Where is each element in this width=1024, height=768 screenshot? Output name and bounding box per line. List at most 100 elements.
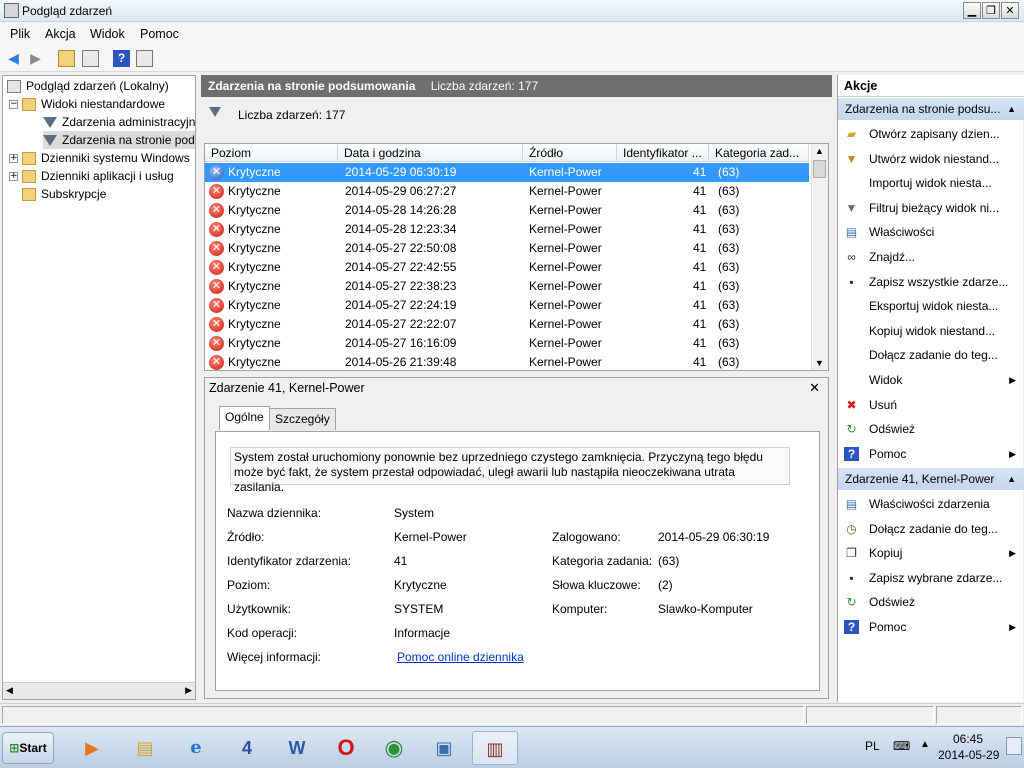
- action-item[interactable]: ▤ Właściwości: [838, 220, 1024, 244]
- help-icon[interactable]: ?: [113, 50, 130, 67]
- action-item[interactable]: ▼ Utwórz widok niestand...: [838, 147, 1024, 171]
- show-desktop-button[interactable]: [1006, 737, 1022, 755]
- cell-event-id: 41: [693, 336, 707, 350]
- table-row[interactable]: ✕ Krytyczne 2014-05-27 22:42:55 Kernel-Powe…: [205, 258, 809, 277]
- column-header-task-category[interactable]: Kategoria zad...: [709, 144, 809, 162]
- menu-view[interactable]: Widok: [90, 27, 125, 41]
- media-player-icon[interactable]: ▶: [72, 731, 112, 765]
- collapse-section-icon[interactable]: ▲: [1007, 468, 1016, 490]
- scroll-right-icon[interactable]: ▶: [185, 685, 192, 696]
- table-row[interactable]: ✕ Krytyczne 2014-05-27 22:22:07 Kernel-Powe…: [205, 315, 809, 334]
- action-item[interactable]: Dołącz zadanie do teg...: [838, 343, 1024, 367]
- word-icon[interactable]: W: [277, 731, 317, 765]
- file-explorer-icon[interactable]: ▤: [125, 731, 165, 765]
- table-row[interactable]: ✕ Krytyczne 2014-05-28 12:23:34 Kernel-Powe…: [205, 220, 809, 239]
- show-hide-tree-icon[interactable]: [82, 50, 99, 67]
- table-row[interactable]: ✕ Krytyczne 2014-05-27 22:38:23 Kernel-Powe…: [205, 277, 809, 296]
- table-row[interactable]: ✕ Krytyczne 2014-05-27 22:24:19 Kernel-Powe…: [205, 296, 809, 315]
- table-row[interactable]: ✕ Krytyczne 2014-05-27 16:16:09 Kernel-Powe…: [205, 334, 809, 353]
- table-row[interactable]: ✕ Krytyczne 2014-05-27 22:50:08 Kernel-Powe…: [205, 239, 809, 258]
- tab-general[interactable]: Ogólne: [219, 406, 270, 430]
- tree-item-windows-logs[interactable]: + Dzienniki systemu Windows: [9, 149, 190, 167]
- action-item[interactable]: Importuj widok niesta...: [838, 171, 1024, 195]
- action-item[interactable]: ↻ Odśwież: [838, 590, 1024, 614]
- action-item[interactable]: ✖ Usuń: [838, 393, 1024, 417]
- clock-date[interactable]: 2014-05-29: [938, 748, 999, 762]
- action-item[interactable]: Widok ▶: [838, 368, 1024, 392]
- column-header-event-id[interactable]: Identyfikator ...: [617, 144, 709, 162]
- language-indicator[interactable]: PL: [865, 739, 880, 753]
- clock-time[interactable]: 06:45: [953, 732, 983, 746]
- menu-action[interactable]: Akcja: [45, 27, 76, 41]
- taskbar: ⊞Start ▶ ▤ e 4 W O ◉ ▣ ▥ PL ⌨ ▲ 06:45 20…: [0, 726, 1024, 768]
- menu-file[interactable]: Plik: [10, 27, 30, 41]
- chrome-icon[interactable]: ◉: [374, 731, 414, 765]
- detail-close-icon[interactable]: ✕: [809, 380, 820, 396]
- action-item[interactable]: ? Pomoc ▶: [838, 442, 1024, 466]
- table-row[interactable]: ✕ Krytyczne 2014-05-28 14:26:28 Kernel-Powe…: [205, 201, 809, 220]
- menu-help[interactable]: Pomoc: [140, 27, 179, 41]
- action-item[interactable]: ❐ Kopiuj ▶: [838, 541, 1024, 565]
- grid-vertical-scrollbar[interactable]: ▲ ▼: [811, 144, 828, 370]
- back-arrow-icon[interactable]: ◀: [5, 50, 22, 67]
- action-item[interactable]: Eksportuj widok niesta...: [838, 294, 1024, 318]
- minimize-button[interactable]: ▁: [963, 2, 981, 19]
- tree-horizontal-scrollbar[interactable]: ◀ ▶: [3, 682, 195, 699]
- action-item[interactable]: Kopiuj widok niestand...: [838, 319, 1024, 343]
- forward-arrow-icon[interactable]: ▶: [27, 50, 44, 67]
- keyboard-icon[interactable]: ⌨: [893, 739, 910, 753]
- control-panel-icon[interactable]: ▣: [424, 731, 464, 765]
- action-item[interactable]: ▰ Otwórz zapisany dzien...: [838, 122, 1024, 146]
- online-help-link[interactable]: Pomoc online dziennika: [397, 650, 524, 664]
- tree-item-app-logs[interactable]: + Dzienniki aplikacji i usług: [9, 167, 174, 185]
- action-item[interactable]: ∞ Znajdź...: [838, 245, 1024, 269]
- show-hide-action-pane-icon[interactable]: [136, 50, 153, 67]
- column-header-level[interactable]: Poziom: [205, 144, 338, 162]
- action-label: Widok: [869, 373, 903, 387]
- cell-level: Krytyczne: [228, 317, 281, 331]
- action-item[interactable]: ▪ Zapisz wszystkie zdarze...: [838, 270, 1024, 294]
- scroll-left-icon[interactable]: ◀: [6, 685, 13, 696]
- action-item[interactable]: ↻ Odśwież: [838, 417, 1024, 441]
- close-button[interactable]: ✕: [1001, 2, 1019, 19]
- tree-item-summary-events[interactable]: Zdarzenia na stronie pod: [43, 131, 195, 149]
- action-item[interactable]: ? Pomoc ▶: [838, 615, 1024, 639]
- expand-icon[interactable]: +: [9, 154, 18, 164]
- critical-error-icon: ✕: [209, 222, 224, 237]
- expand-icon[interactable]: +: [9, 172, 18, 182]
- scroll-up-icon[interactable]: ▲: [815, 146, 824, 156]
- scroll-thumb[interactable]: [813, 160, 826, 178]
- start-button[interactable]: ⊞Start: [2, 732, 54, 764]
- column-header-date[interactable]: Data i godzina: [338, 144, 523, 162]
- tree-item-subscriptions[interactable]: Subskrypcje: [22, 185, 106, 203]
- tree-item-admin-events[interactable]: Zdarzenia administracyjn: [43, 113, 195, 131]
- event-viewer-taskbar-button[interactable]: ▥: [472, 731, 518, 765]
- scroll-down-icon[interactable]: ▼: [815, 358, 824, 368]
- show-hidden-icons-icon[interactable]: ▲: [920, 739, 930, 750]
- tree-item-custom-views[interactable]: − Widoki niestandardowe: [9, 95, 165, 113]
- folder-up-icon[interactable]: [58, 50, 75, 67]
- column-header-source[interactable]: Źródło: [523, 144, 617, 162]
- maximize-button[interactable]: ❐: [982, 2, 1000, 19]
- tab-details[interactable]: Szczegóły: [269, 408, 336, 430]
- level-label: Poziom:: [227, 578, 271, 592]
- collapse-icon[interactable]: −: [9, 100, 18, 110]
- table-row[interactable]: ✕ Krytyczne 2014-05-29 06:30:19 Kernel-Powe…: [205, 163, 809, 182]
- cell-source: Kernel-Power: [529, 355, 602, 369]
- actions-section-summary[interactable]: Zdarzenia na stronie podsu... ▲: [838, 98, 1024, 120]
- app-4-icon[interactable]: 4: [227, 731, 267, 765]
- detail-title: Zdarzenie 41, Kernel-Power: [209, 381, 365, 395]
- actions-section-event[interactable]: Zdarzenie 41, Kernel-Power ▲: [838, 468, 1024, 490]
- action-item[interactable]: ▼ Filtruj bieżący widok ni...: [838, 196, 1024, 220]
- collapse-section-icon[interactable]: ▲: [1007, 98, 1016, 120]
- action-item[interactable]: ◷ Dołącz zadanie do teg...: [838, 517, 1024, 541]
- cell-date: 2014-05-27 22:38:23: [345, 279, 457, 293]
- action-item[interactable]: ▤ Właściwości zdarzenia: [838, 492, 1024, 516]
- opera-icon[interactable]: O: [326, 731, 366, 765]
- action-item[interactable]: ▪ Zapisz wybrane zdarze...: [838, 566, 1024, 590]
- table-row[interactable]: ✕ Krytyczne 2014-05-26 21:39:48 Kernel-Powe…: [205, 353, 809, 370]
- table-row[interactable]: ✕ Krytyczne 2014-05-29 06:27:27 Kernel-Powe…: [205, 182, 809, 201]
- internet-explorer-icon[interactable]: e: [176, 731, 216, 765]
- cell-date: 2014-05-29 06:30:19: [345, 165, 457, 179]
- tree-item-root[interactable]: Podgląd zdarzeń (Lokalny): [7, 77, 169, 95]
